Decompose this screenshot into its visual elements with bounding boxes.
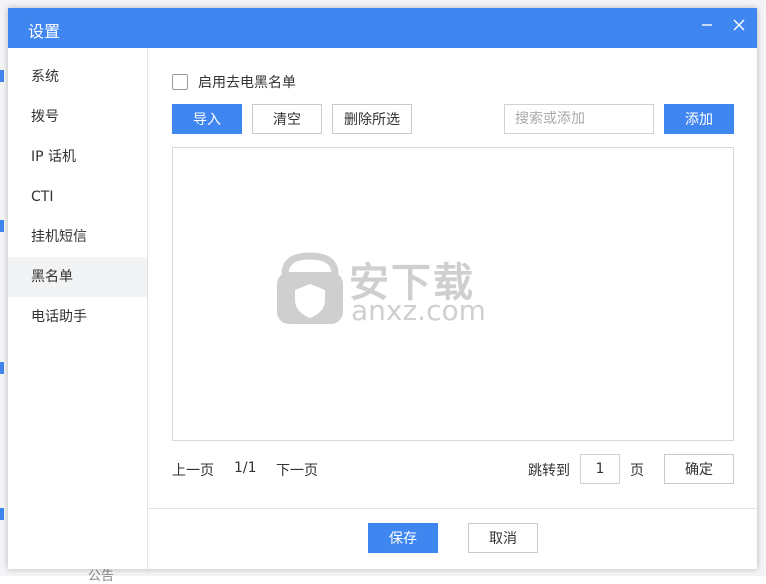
- sidebar-item-hangup-sms[interactable]: 挂机短信: [8, 217, 147, 257]
- enable-blacklist-label: 启用去电黑名单: [198, 75, 296, 91]
- close-button[interactable]: [728, 14, 750, 36]
- cancel-button[interactable]: 取消: [468, 523, 538, 553]
- page-unit-label: 页: [630, 463, 644, 479]
- save-button[interactable]: 保存: [368, 523, 438, 553]
- sidebar-item-label: 黑名单: [31, 269, 73, 285]
- close-icon: [733, 19, 745, 31]
- clear-button[interactable]: 清空: [252, 104, 322, 134]
- checkbox-box[interactable]: [172, 74, 188, 90]
- footer-divider: [148, 508, 757, 509]
- delete-selected-button[interactable]: 删除所选: [332, 104, 412, 134]
- sidebar-item-label: 拨号: [31, 109, 59, 125]
- prev-page-link[interactable]: 上一页: [172, 460, 214, 480]
- watermark: 安下载 anxz.com: [275, 246, 491, 330]
- confirm-jump-button[interactable]: 确定: [664, 454, 734, 484]
- sidebar-item-phone-assistant[interactable]: 电话助手: [8, 297, 147, 337]
- sidebar-item-label: 系统: [31, 69, 59, 85]
- bg-accent-bar: [0, 362, 4, 374]
- jump-page-input[interactable]: [580, 454, 620, 484]
- sidebar-item-ip-phone[interactable]: IP 话机: [8, 137, 147, 177]
- sidebar-item-cti[interactable]: CTI: [8, 177, 147, 217]
- watermark-en: anxz.com: [351, 294, 486, 327]
- search-add-input[interactable]: [504, 104, 654, 134]
- bg-accent-bar: [0, 220, 4, 232]
- enable-blacklist-checkbox[interactable]: 启用去电黑名单: [172, 73, 296, 91]
- add-button[interactable]: 添加: [664, 104, 734, 134]
- sidebar-item-blacklist[interactable]: 黑名单: [8, 257, 147, 297]
- dialog-title: 设置: [28, 22, 61, 41]
- import-button[interactable]: 导入: [172, 104, 242, 134]
- shield-logo-icon: [277, 252, 343, 324]
- minimize-button[interactable]: [696, 14, 718, 36]
- sidebar-item-dial[interactable]: 拨号: [8, 97, 147, 137]
- sidebar-item-label: 电话助手: [31, 309, 87, 325]
- page-info: 1/1: [234, 460, 257, 476]
- settings-sidebar: 系统 拨号 IP 话机 CTI 挂机短信 黑名单 电话助手: [8, 48, 148, 569]
- bg-accent-bar: [0, 508, 4, 520]
- settings-dialog: 设置 系统 拨号 IP 话机 CTI 挂机短信 黑名单 电话助手 启用去电黑名单…: [8, 8, 757, 569]
- minimize-icon: [702, 24, 712, 26]
- next-page-link[interactable]: 下一页: [276, 460, 318, 480]
- sidebar-item-label: 挂机短信: [31, 229, 87, 245]
- blacklist-panel: 启用去电黑名单 导入 清空 删除所选 添加 安下载 anxz.com 上一页 1…: [148, 48, 757, 569]
- sidebar-item-system[interactable]: 系统: [8, 57, 147, 97]
- bg-accent-bar: [0, 70, 4, 82]
- sidebar-item-label: IP 话机: [31, 149, 77, 165]
- jump-to-label: 跳转到: [528, 463, 570, 479]
- blacklist-list[interactable]: 安下载 anxz.com: [172, 147, 734, 441]
- dialog-titlebar: 设置: [8, 8, 757, 48]
- sidebar-item-label: CTI: [31, 189, 54, 205]
